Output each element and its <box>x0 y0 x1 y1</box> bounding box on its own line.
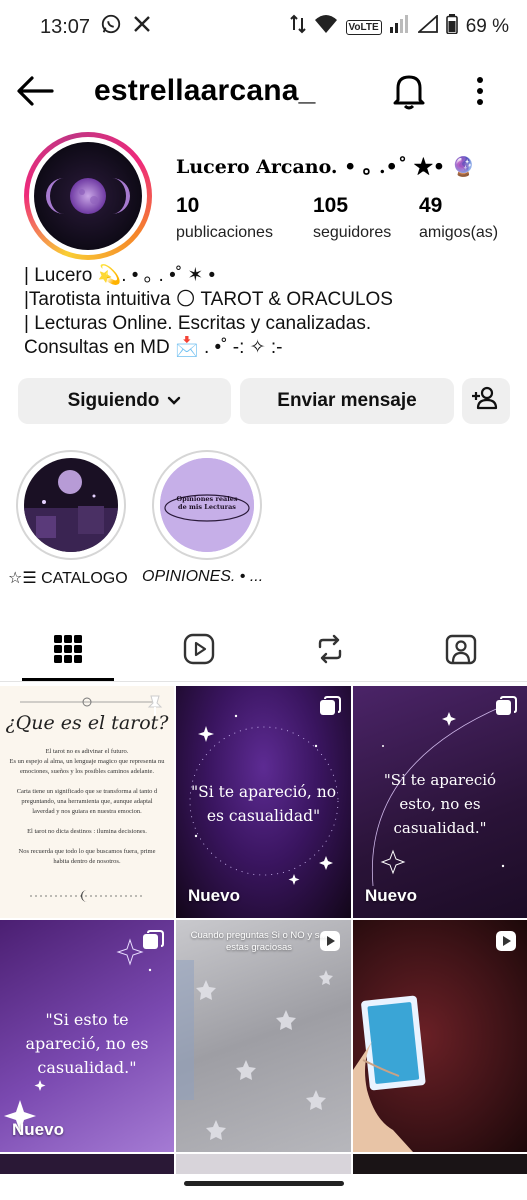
battery-percent: 69 % <box>465 16 509 37</box>
new-badge: Nuevo <box>188 886 240 905</box>
post-doc-line: laverdad y nos guiara en nuestra emocion… <box>32 808 142 815</box>
send-message-label: Enviar mensaje <box>277 390 417 411</box>
bio-line: Consultas en MD 📩 . •˚ -: ✧ :- <box>24 337 283 358</box>
whatsapp-icon <box>100 13 122 41</box>
post-quote: "Si te apareció, no es casualidad" <box>190 783 337 825</box>
stat-followers[interactable]: 105 seguidores <box>313 194 391 242</box>
reel-icon <box>495 930 517 957</box>
back-arrow-icon[interactable] <box>16 74 54 108</box>
avatar-story-ring[interactable] <box>24 132 152 260</box>
active-tab-indicator <box>22 678 114 681</box>
profile-header: estrellaarcana_ <box>0 62 527 120</box>
stat-friends-label: amigos(as) <box>419 224 499 241</box>
post-doc-line: preguntando, una herramienta que, aunque… <box>21 798 153 805</box>
grid-post[interactable] <box>353 920 527 1152</box>
battery-icon <box>445 14 458 40</box>
bio-line: | Lucero 💫. • ｡ . •˚ ✶ • <box>24 265 216 286</box>
highlight-opiniones-label: OPINIONES. • ... <box>142 568 264 585</box>
x-icon <box>132 14 152 40</box>
post-doc-title: ¿Que es el tarot? <box>5 712 169 734</box>
post-doc-line: El tarot no es adivinar el futuro. <box>45 748 129 755</box>
highlight-catalogo[interactable] <box>16 450 126 560</box>
new-badge: Nuevo <box>365 886 417 905</box>
tab-tagged[interactable] <box>395 620 526 682</box>
stat-followers-value: 105 <box>313 194 349 217</box>
grid-post-partial[interactable] <box>353 1154 527 1174</box>
stat-posts[interactable]: 10 publicaciones <box>176 194 273 242</box>
suggest-people-button[interactable] <box>462 378 510 424</box>
highlight-opiniones-image: Opiniones reales de mis Lecturas <box>160 458 254 552</box>
grid-icon <box>53 634 83 669</box>
stat-posts-label: publicaciones <box>176 224 273 241</box>
ornament-divider <box>30 890 144 902</box>
data-arrows-icon <box>289 14 306 40</box>
home-indicator[interactable] <box>184 1181 344 1186</box>
grid-post[interactable]: "Si te apareció, no es casualidad" Nuevo <box>176 686 351 918</box>
stat-followers-label: seguidores <box>313 224 392 241</box>
stat-posts-value: 10 <box>176 194 200 217</box>
tab-reels[interactable] <box>133 620 264 682</box>
post-quote: "Si esto te apareció, no es casualidad." <box>25 1010 149 1077</box>
status-bar: 13:07 VoLTE 69 % <box>0 0 527 54</box>
status-time: 13:07 <box>40 15 91 38</box>
more-options-icon[interactable] <box>468 74 492 108</box>
following-button[interactable]: Siguiendo <box>18 378 231 424</box>
repost-icon <box>314 633 346 670</box>
highlight-catalogo-image <box>24 458 118 552</box>
avatar <box>34 142 142 250</box>
signal-icon <box>389 15 410 39</box>
following-label: Siguiendo <box>67 390 160 411</box>
chevron-down-icon <box>167 390 181 412</box>
send-message-button[interactable]: Enviar mensaje <box>240 378 454 424</box>
highlight-catalogo-label: ☆☰ CATALOGO <box>8 570 128 587</box>
post-doc-line: Nos recuerda que todo lo que buscamos fu… <box>18 848 156 855</box>
stat-friends[interactable]: 49 amigos(as) <box>419 194 498 242</box>
bell-icon[interactable] <box>392 72 426 110</box>
post-doc-line: emociones, sueños y los posibles caminos… <box>20 768 154 775</box>
profile-tabs <box>0 620 527 682</box>
profile-bio: | Lucero 💫. • ｡ . •˚ ✶ • |Tarotista intu… <box>24 264 514 360</box>
profile-display-name: Lucero Arcano. • ｡ .•˚ ★• 🔮 <box>176 156 476 178</box>
post-doc-line: Es un espejo al alma, un lenguaje magico… <box>9 758 165 765</box>
profile-username: estrellaarcana_ <box>94 74 316 107</box>
grid-post-partial[interactable] <box>176 1154 351 1174</box>
post-doc-line: El tarot no dicta destinos : ilumina dec… <box>27 828 147 835</box>
grid-post[interactable]: "Si esto te apareció, no es casualidad."… <box>0 920 174 1152</box>
new-badge: Nuevo <box>12 1120 64 1139</box>
grid-post[interactable]: "Si te apareció esto, no es casualidad."… <box>353 686 527 918</box>
wifi-icon <box>314 14 338 40</box>
carousel-icon <box>495 696 517 723</box>
tab-reposts[interactable] <box>264 620 395 682</box>
add-person-icon <box>472 386 500 416</box>
tagged-person-icon <box>445 633 477 670</box>
grid-post[interactable]: ¿Que es el tarot? El tarot no es adivina… <box>0 686 174 918</box>
post-caption: Cuando preguntas Si o NO y s... estas gr… <box>190 930 328 953</box>
stat-friends-value: 49 <box>419 194 443 217</box>
post-doc-line: Carta tiene un significado que se transf… <box>16 788 158 795</box>
highlight-opiniones[interactable]: Opiniones reales de mis Lecturas <box>152 450 262 560</box>
grid-post[interactable]: Cuando preguntas Si o NO y s... estas gr… <box>176 920 351 1152</box>
bio-line: | Lecturas Online. Escritas y canalizada… <box>24 313 372 334</box>
signal-empty-icon <box>416 13 438 39</box>
tab-posts-grid[interactable] <box>2 620 133 682</box>
reels-icon <box>183 633 215 670</box>
post-doc-line: habita dentro de nosotros. <box>53 858 121 865</box>
triple-moon-logo <box>46 178 130 214</box>
carousel-icon <box>142 930 164 957</box>
grid-post-partial[interactable] <box>0 1154 174 1174</box>
carousel-icon <box>319 696 341 723</box>
bio-line: |Tarotista intuitiva 🌕 TAROT & ORACULOS <box>24 289 393 310</box>
post-quote: "Si te apareció esto, no es casualidad." <box>383 771 497 837</box>
volte-badge: VoLTE <box>345 19 382 35</box>
highlight-opiniones-text: Opiniones reales de mis Lecturas <box>176 495 238 511</box>
